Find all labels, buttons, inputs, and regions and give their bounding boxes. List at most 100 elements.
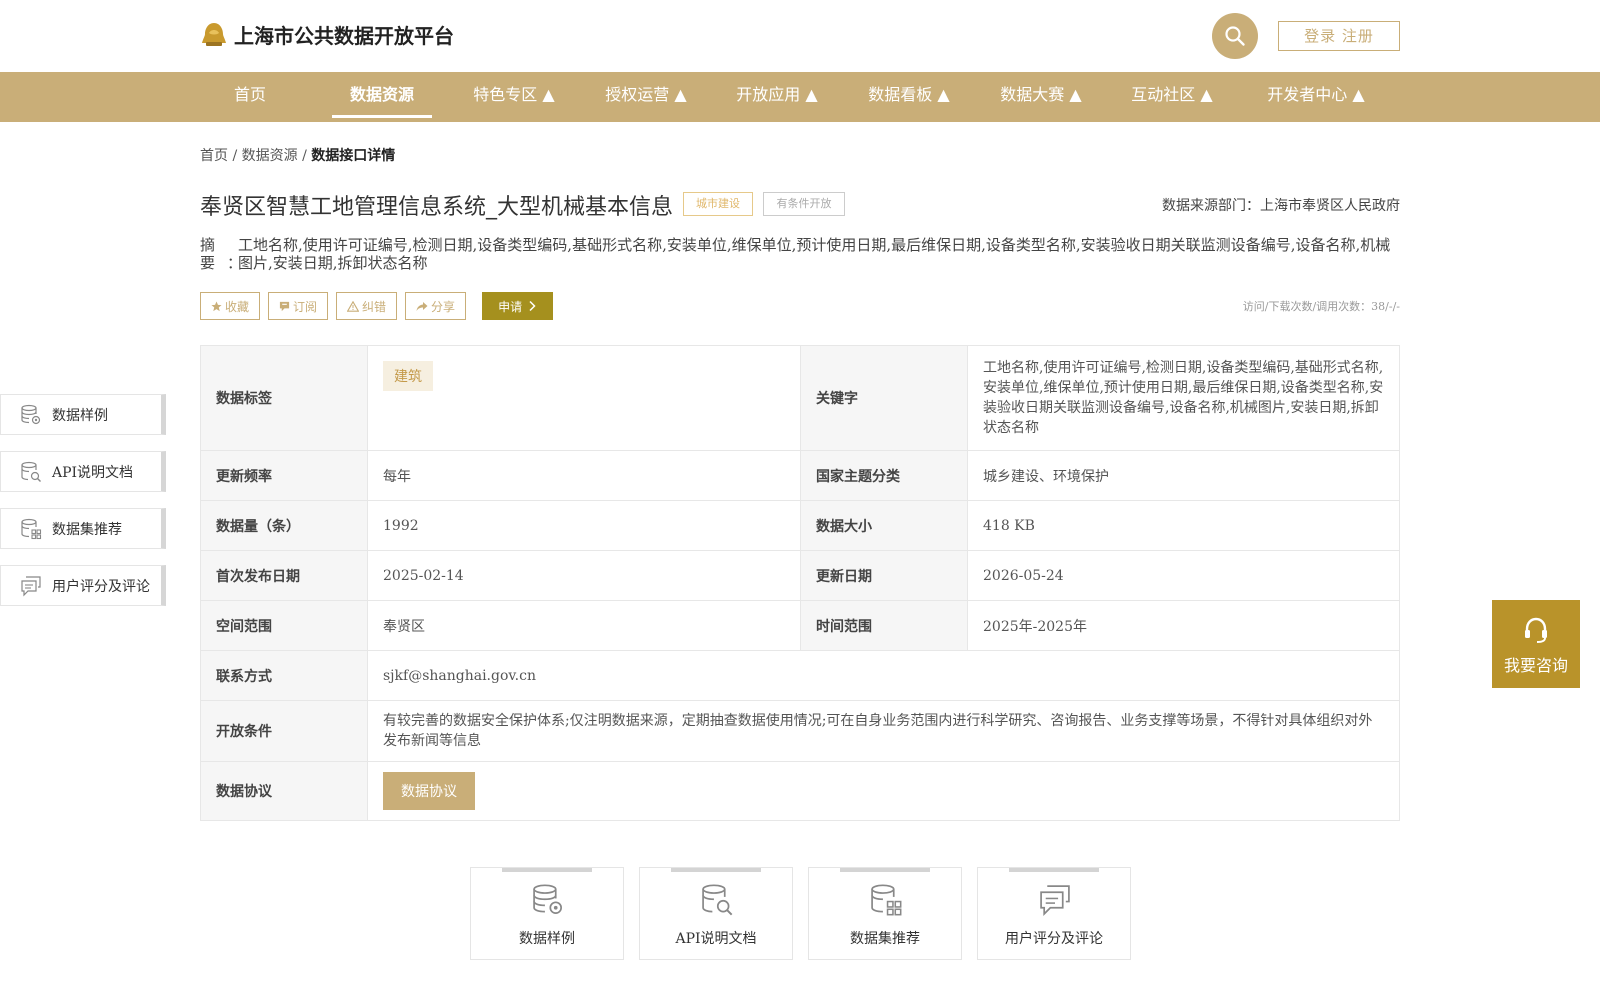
domain-tag: 城市建设: [683, 192, 753, 216]
card-dataset-recommend[interactable]: 数据集推荐: [808, 867, 962, 960]
login-register-button[interactable]: 登录 注册: [1278, 21, 1400, 51]
card-top-bar: [671, 868, 761, 872]
summary: 摘要： 工地名称,使用许可证编号,检测日期,设备类型编码,基础形式名称,安装单位…: [200, 236, 1400, 272]
details-table: 数据标签 建筑 关键字 工地名称,使用许可证编号,检测日期,设备类型编码,基础形…: [200, 345, 1400, 821]
condition-value: 有较完善的数据安全保护体系;仅注明数据来源，定期抽查数据使用情况;可在自身业务范…: [367, 700, 1400, 762]
table-row: 联系方式 sjkf@shanghai.gov.cn: [200, 650, 1400, 701]
condition-key: 开放条件: [200, 700, 368, 762]
star-icon: [211, 300, 222, 311]
tag-key: 数据标签: [200, 345, 368, 451]
nav-item-data-resources[interactable]: 数据资源: [332, 72, 432, 122]
site-logo[interactable]: 上海市公共数据开放平台: [200, 20, 454, 49]
table-row: 更新频率 每年 国家主题分类 城乡建设、环境保护: [200, 450, 1400, 501]
breadcrumb-home[interactable]: 首页: [200, 148, 228, 164]
frequency-value: 每年: [367, 450, 801, 501]
headset-icon: [1525, 617, 1547, 643]
collect-label: 收藏: [225, 299, 250, 314]
share-icon: [416, 301, 428, 311]
sidebar-item-label: 数据样例: [52, 407, 108, 424]
breadcrumb-sep: /: [302, 148, 307, 164]
breadcrumb-data-resources[interactable]: 数据资源: [242, 148, 298, 164]
nav-item-developer[interactable]: 开发者中心 ▲: [1261, 72, 1371, 122]
card-data-sample[interactable]: 数据样例: [470, 867, 624, 960]
nav-item-featured[interactable]: 特色专区 ▲: [466, 72, 562, 122]
subscribe-label: 订阅: [293, 299, 318, 314]
theme-value: 城乡建设、环境保护: [967, 450, 1400, 501]
card-label: API说明文档: [675, 931, 757, 947]
consult-button[interactable]: 我要咨询: [1492, 600, 1580, 688]
access-stats: 访问/下载次数/调用次数：38/-/-: [1242, 300, 1400, 313]
apply-button[interactable]: 申请: [482, 292, 554, 320]
nav-item-community[interactable]: 互动社区 ▲: [1124, 72, 1220, 122]
table-row: 开放条件 有较完善的数据安全保护体系;仅注明数据来源，定期抽查数据使用情况;可在…: [200, 700, 1400, 762]
sidebar-item-label: 数据集推荐: [52, 521, 122, 538]
tag-value-cell: 建筑: [367, 345, 801, 451]
database-gear-icon: [531, 883, 565, 917]
tag-pill[interactable]: 建筑: [383, 361, 433, 391]
bookmark-icon: [279, 301, 290, 311]
time-range-key: 时间范围: [800, 600, 968, 651]
consult-label: 我要咨询: [1503, 656, 1568, 675]
search-icon: [1225, 26, 1245, 46]
keyword-value: 工地名称,使用许可证编号,检测日期,设备类型编码,基础形式名称,安装单位,维保单…: [967, 345, 1400, 451]
chevron-right-icon: [529, 300, 536, 312]
search-button[interactable]: [1212, 13, 1258, 59]
card-top-bar: [502, 868, 592, 872]
contact-key: 联系方式: [200, 650, 368, 701]
site-title: 上海市公共数据开放平台: [234, 24, 454, 48]
count-key: 数据量（条）: [200, 500, 368, 551]
dataset-title: 奉贤区智慧工地管理信息系统_大型机械基本信息: [200, 195, 674, 220]
summary-text: 工地名称,使用许可证编号,检测日期,设备类型编码,基础形式名称,安装单位,维保单…: [238, 236, 1391, 272]
agreement-key: 数据协议: [200, 761, 368, 821]
card-top-bar: [1009, 868, 1099, 872]
share-label: 分享: [431, 299, 456, 314]
collect-button[interactable]: 收藏: [200, 292, 261, 320]
nav-item-open-apps[interactable]: 开放应用 ▲: [729, 72, 825, 122]
action-bar: 收藏 订阅 纠错 分享 申请: [200, 292, 554, 320]
share-button[interactable]: 分享: [405, 292, 467, 320]
subscribe-button[interactable]: 订阅: [268, 292, 329, 320]
sidebar-item-rating-comments[interactable]: 用户评分及评论: [0, 565, 166, 606]
sidebar-item-label: 用户评分及评论: [52, 578, 150, 595]
time-range-value: 2025年-2025年: [967, 600, 1400, 651]
card-top-bar: [840, 868, 930, 872]
database-search-icon: [20, 461, 42, 483]
nav-item-competition[interactable]: 数据大赛 ▲: [993, 72, 1089, 122]
correct-label: 纠错: [362, 299, 387, 314]
keyword-key: 关键字: [800, 345, 968, 451]
summary-label: 摘要：: [200, 236, 255, 272]
card-api-docs[interactable]: API说明文档: [639, 867, 793, 960]
agreement-button[interactable]: 数据协议: [383, 772, 475, 810]
theme-key: 国家主题分类: [800, 450, 968, 501]
table-row: 数据协议 数据协议: [200, 761, 1400, 821]
database-grid-icon: [869, 883, 903, 917]
database-search-icon: [700, 883, 734, 917]
space-value: 奉贤区: [367, 600, 801, 651]
table-row: 空间范围 奉贤区 时间范围 2025年-2025年: [200, 600, 1400, 651]
source-department: 数据来源部门：上海市奉贤区人民政府: [1162, 198, 1400, 214]
table-row: 数据标签 建筑 关键字 工地名称,使用许可证编号,检测日期,设备类型编码,基础形…: [200, 345, 1400, 451]
breadcrumb-sep: /: [232, 148, 238, 164]
size-key: 数据大小: [800, 500, 968, 551]
space-key: 空间范围: [200, 600, 368, 651]
nav-item-home[interactable]: 首页: [222, 72, 278, 122]
sidebar-item-api-docs[interactable]: API说明文档: [0, 451, 166, 492]
update-date-key: 更新日期: [800, 550, 968, 601]
size-value: 418 KB: [967, 500, 1400, 551]
agreement-cell: 数据协议: [367, 761, 1400, 821]
comment-icon: [1038, 883, 1072, 917]
table-row: 首次发布日期 2025-02-14 更新日期 2026-05-24: [200, 550, 1400, 601]
card-label: 用户评分及评论: [1005, 931, 1103, 947]
card-rating-comments[interactable]: 用户评分及评论: [977, 867, 1131, 960]
sidebar-item-dataset-recommend[interactable]: 数据集推荐: [0, 508, 166, 549]
correct-button[interactable]: 纠错: [336, 292, 398, 320]
nav-item-dashboard[interactable]: 数据看板 ▲: [861, 72, 957, 122]
update-date-value: 2026-05-24: [967, 550, 1400, 601]
card-label: 数据样例: [519, 931, 575, 947]
sidebar-item-label: API说明文档: [52, 464, 134, 481]
sidebar-item-data-sample[interactable]: 数据样例: [0, 394, 166, 435]
nav-item-authorized-ops[interactable]: 授权运营 ▲: [598, 72, 694, 122]
contact-value: sjkf@shanghai.gov.cn: [367, 650, 1400, 701]
breadcrumb-current: 数据接口详情: [311, 148, 396, 164]
first-release-value: 2025-02-14: [367, 550, 801, 601]
